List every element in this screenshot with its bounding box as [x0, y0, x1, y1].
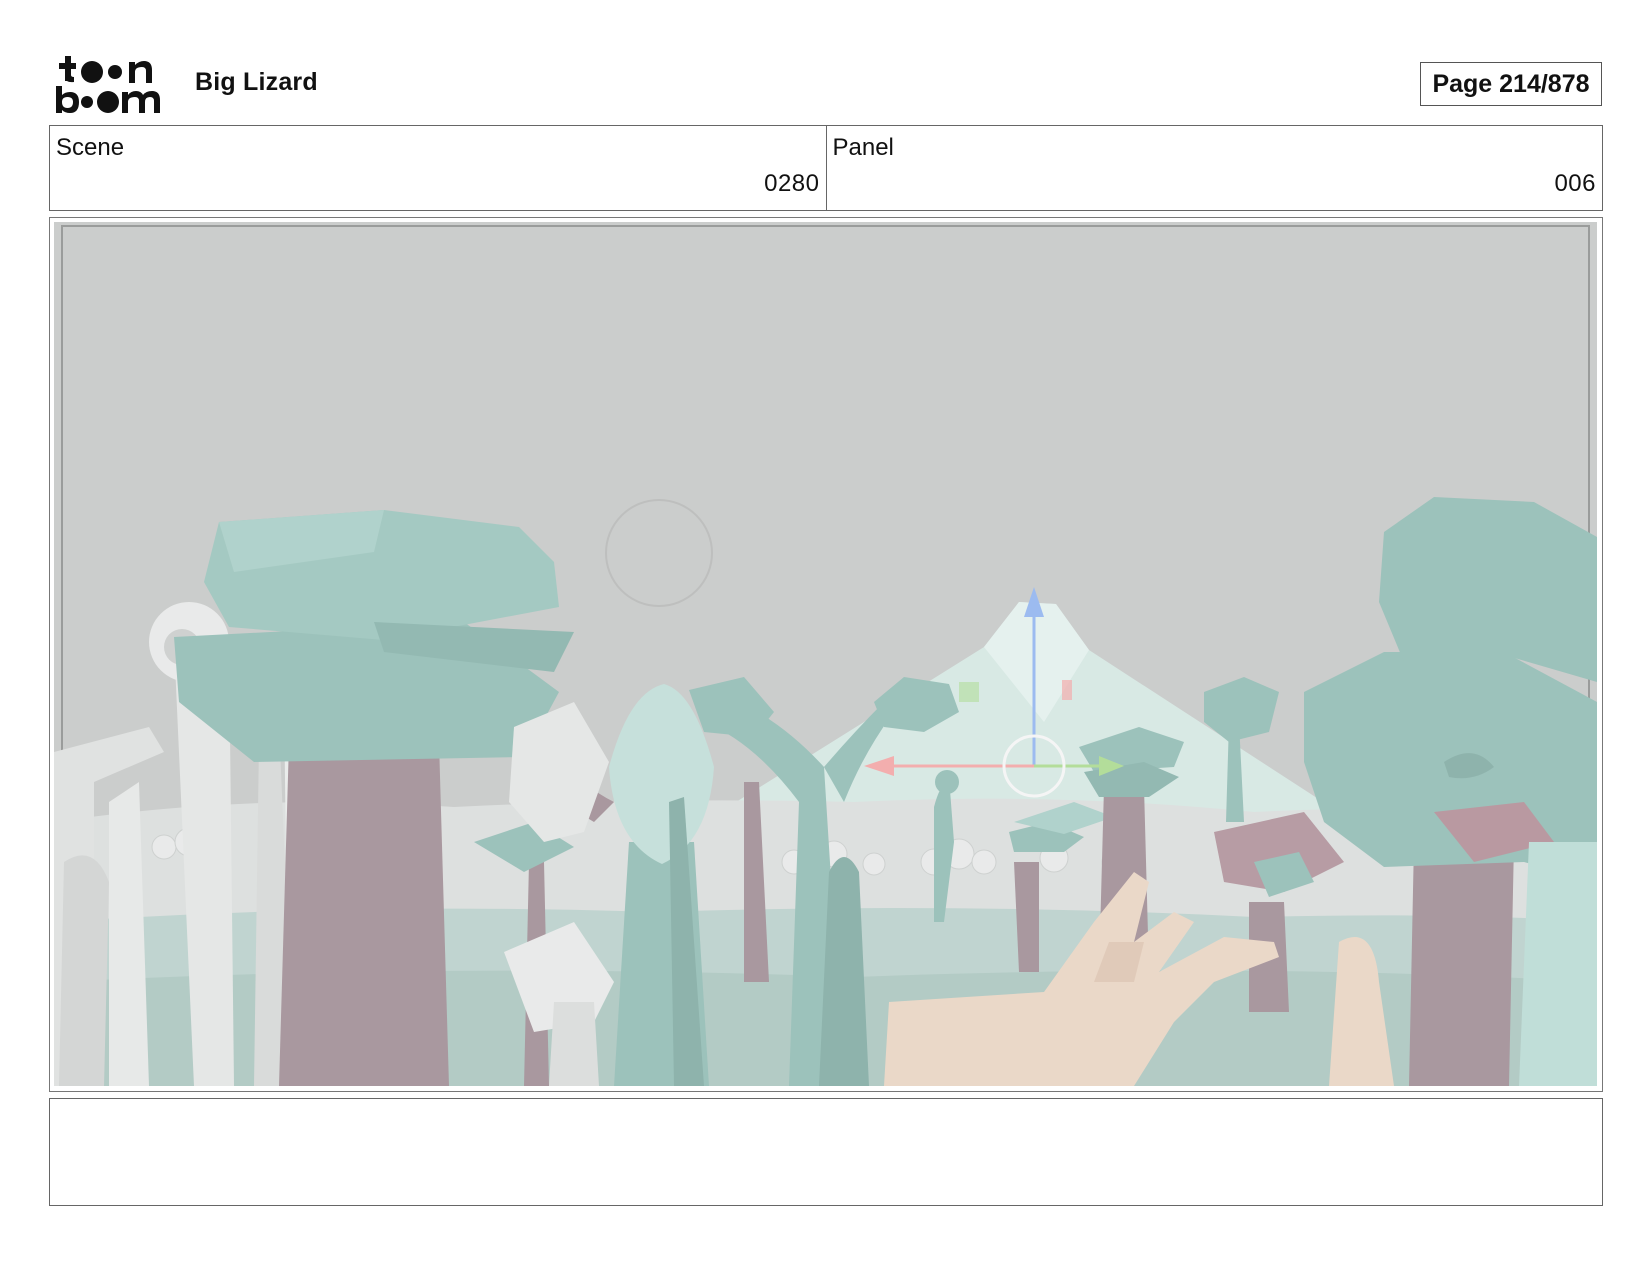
scene-number: 0280 [764, 170, 820, 197]
info-row: Scene 0280 Panel 006 [49, 125, 1603, 211]
panel-label: Panel [832, 134, 894, 161]
page-indicator: Page 214/878 [1420, 62, 1602, 106]
panel-cell: Panel 006 [825, 126, 1603, 210]
project-title: Big Lizard [195, 68, 318, 96]
panel-frame [49, 217, 1603, 1092]
caption-box [49, 1098, 1603, 1206]
panel-number: 006 [1554, 170, 1596, 197]
scene-label: Scene [56, 134, 125, 161]
forest-scene-image [54, 222, 1597, 1086]
scene-cell: Scene 0280 [50, 126, 826, 210]
toon-boom-logo-icon [56, 56, 160, 113]
